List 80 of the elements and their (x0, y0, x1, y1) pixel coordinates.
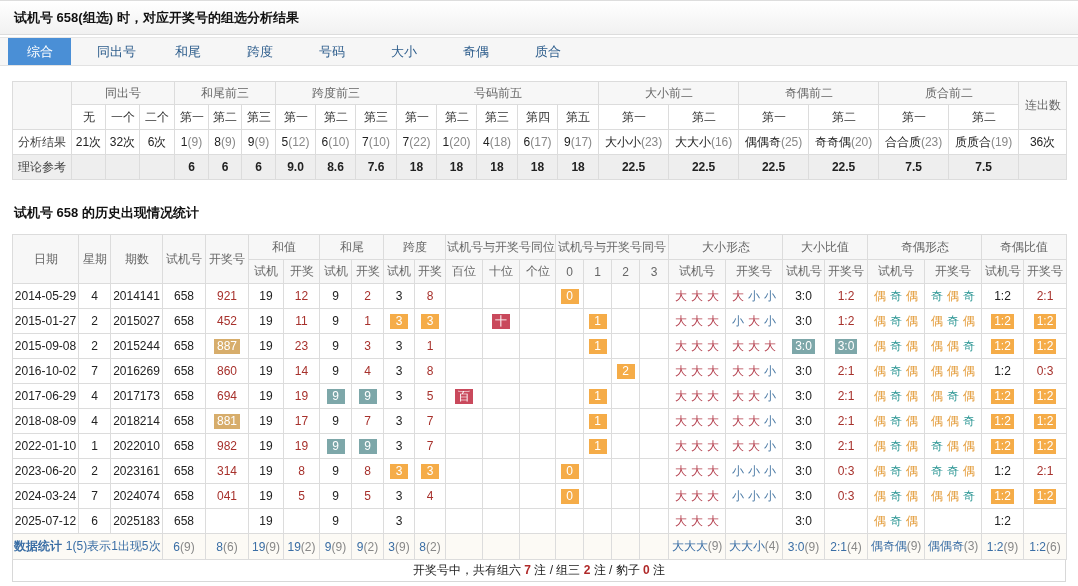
highlighted-value: 1:2 (991, 313, 1014, 329)
tab[interactable]: 同出号 (80, 38, 152, 65)
highlighted-value: 0 (560, 288, 579, 304)
column-header: 星期 (78, 234, 111, 284)
highlighted-value: 1:2 (991, 338, 1014, 354)
column-header: 跨度 (383, 234, 446, 260)
highlighted-value: 1:2 (1033, 338, 1057, 354)
highlighted-value: 1:2 (1033, 438, 1057, 454)
highlighted-value: 0 (560, 488, 579, 504)
table-cell: 2017-06-29 (12, 383, 79, 409)
row-header: 分析结果 (12, 129, 72, 155)
column-header: 试机号与开奖号同号 (555, 234, 669, 260)
column-header: 跨度前三 (275, 81, 397, 105)
column-header: 大小形态 (668, 234, 783, 260)
highlighted-value: 9 (358, 388, 377, 404)
highlighted-value: 9 (326, 438, 345, 454)
table-cell: 2014-05-29 (12, 283, 79, 309)
column-header: 和尾 (319, 234, 384, 260)
highlighted-value: 1:2 (991, 413, 1014, 429)
row-header: 理论参考 (12, 154, 72, 180)
highlighted-value: 1 (588, 413, 607, 429)
column-header: 日期 (12, 234, 79, 284)
highlighted-value: 1:2 (1033, 313, 1057, 329)
tab[interactable]: 跨度 (224, 38, 296, 65)
column-header: 和值 (248, 234, 320, 260)
highlighted-value: 3:0 (834, 338, 858, 354)
highlighted-value: 1:2 (991, 438, 1014, 454)
column-header: 同出号 (71, 81, 175, 105)
table-cell: 2025-07-12 (12, 508, 79, 534)
column-header: 开奖号 (205, 234, 249, 284)
column-header: 号码前五 (396, 81, 599, 105)
highlighted-value: 1:2 (991, 388, 1014, 404)
highlighted-value: 1:2 (1033, 388, 1057, 404)
table-cell: 数据统计 1(5)表示1出现5次 (12, 533, 163, 560)
column-header: 连出数 (1018, 81, 1067, 130)
tab[interactable]: 号码 (296, 38, 368, 65)
highlighted-value: 9 (326, 388, 345, 404)
highlighted-value: 十 (492, 313, 510, 329)
column-header: 奇偶前二 (738, 81, 879, 105)
highlighted-value: 1 (588, 338, 607, 354)
page-title: 试机号 658(组选) 时，对应开奖号的组选分析结果 (14, 8, 299, 27)
table-cell: 2016-10-02 (12, 358, 79, 384)
column-header: 期数 (110, 234, 163, 284)
column-header: 大小前二 (598, 81, 739, 105)
column-header: 奇偶形态 (867, 234, 982, 260)
highlighted-value: 1 (588, 313, 607, 329)
column-header: 大小比值 (782, 234, 868, 260)
highlighted-value: 1:2 (1033, 413, 1057, 429)
highlighted-value: 3 (390, 313, 408, 329)
section-title: 试机号 658 的历史出现情况统计 (14, 204, 200, 222)
table-cell: 2015-01-27 (12, 308, 79, 334)
highlighted-value: 1:2 (991, 488, 1014, 504)
highlighted-value: 3 (390, 463, 408, 479)
tab[interactable]: 奇偶 (440, 38, 512, 65)
tab[interactable]: 大小 (368, 38, 440, 65)
highlighted-value: 3 (421, 463, 439, 479)
tab[interactable]: 质合 (512, 38, 584, 65)
column-header: 奇偶比值 (981, 234, 1067, 260)
tab[interactable]: 和尾 (152, 38, 224, 65)
highlighted-value: 1:2 (1033, 488, 1057, 504)
highlighted-value: 9 (358, 438, 377, 454)
highlighted-value: 2 (616, 363, 635, 379)
column-header: 质合前二 (878, 81, 1019, 105)
highlighted-value: 3 (421, 313, 439, 329)
summary-text: 开奖号中，共有组六 7 注 / 组三 2 注 / 豹子 0 注 (12, 560, 1066, 582)
table-cell: 2018-08-09 (12, 408, 79, 434)
highlighted-value: 3:0 (792, 338, 815, 354)
highlighted-value: 887 (214, 338, 240, 354)
column-header: 试机号与开奖号同位 (445, 234, 556, 260)
column-header: 试机号 (162, 234, 206, 284)
highlighted-value: 1 (588, 388, 607, 404)
table-cell: 2024-03-24 (12, 483, 79, 509)
table-cell: 2023-06-20 (12, 458, 79, 484)
highlighted-value: 881 (214, 413, 240, 429)
highlighted-value: 1 (588, 438, 607, 454)
table-cell: 2015-09-08 (12, 333, 79, 359)
column-header: 和尾前三 (174, 81, 276, 105)
table-cell: 2022-01-10 (12, 433, 79, 459)
highlighted-value: 百 (455, 388, 473, 404)
highlighted-value: 0 (560, 463, 579, 479)
